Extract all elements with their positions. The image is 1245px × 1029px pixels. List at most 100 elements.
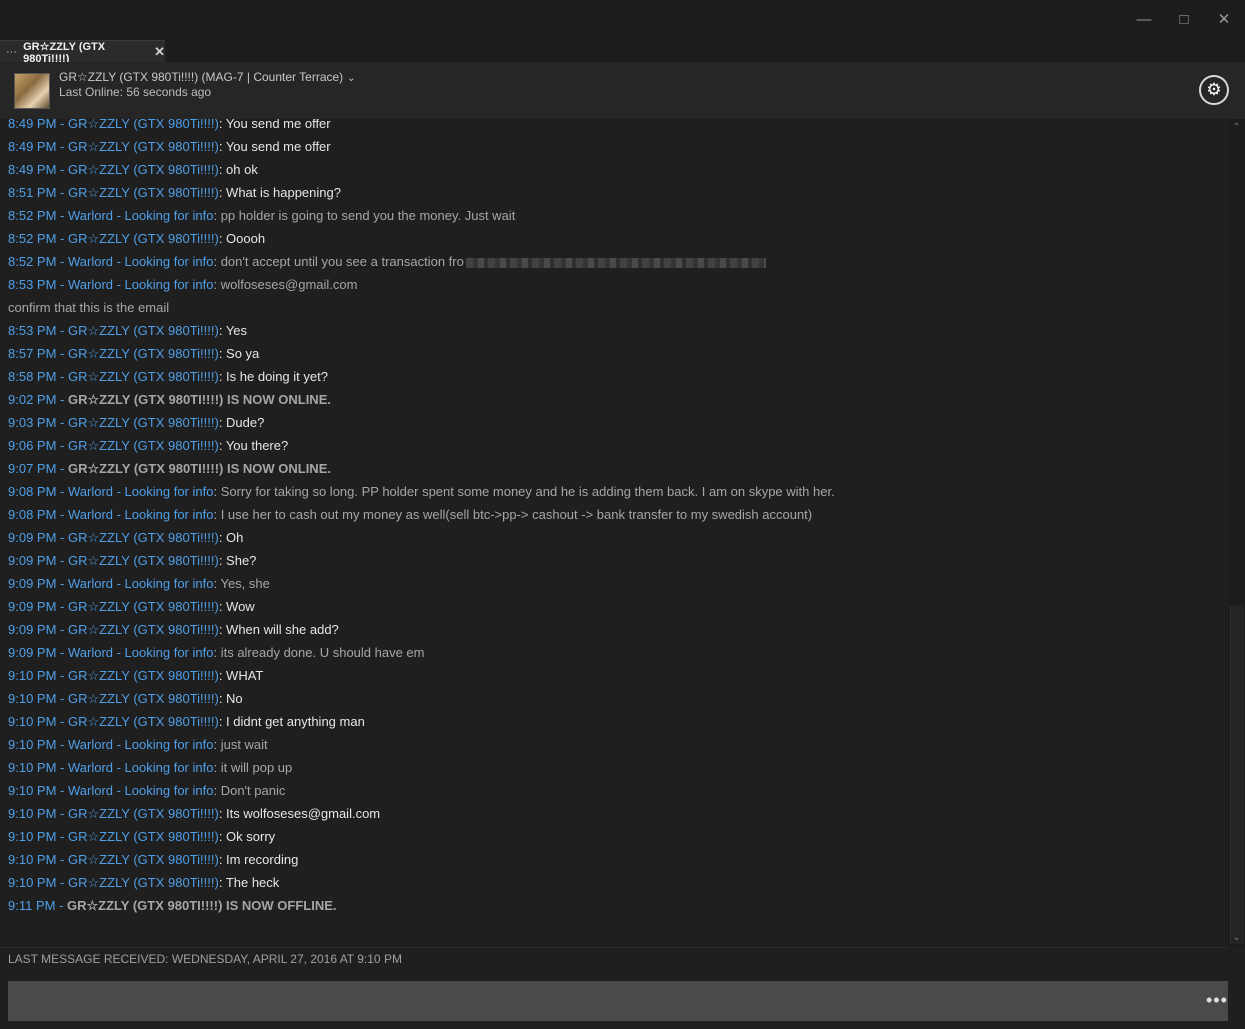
chat-message: 8:51 PM - GR☆ZZLY (GTX 980Ti!!!!): What … <box>8 183 341 203</box>
message-text: When will she add? <box>226 622 339 637</box>
message-colon: : <box>213 484 221 499</box>
message-separator: - <box>56 737 68 752</box>
message-separator: - <box>56 438 68 453</box>
chat-message: 9:10 PM - GR☆ZZLY (GTX 980Ti!!!!): Its w… <box>8 804 380 824</box>
last-message-received: LAST MESSAGE RECEIVED: WEDNESDAY, APRIL … <box>8 952 402 966</box>
message-separator: - <box>55 898 68 913</box>
message-time: 8:53 PM <box>8 277 57 292</box>
chat-message: confirm that this is the email <box>8 298 169 318</box>
message-colon: : <box>218 622 227 637</box>
message-time: 9:08 PM <box>8 507 57 522</box>
message-sender: GR☆ZZLY (GTX 980Ti!!!!) <box>67 369 219 384</box>
message-colon: : <box>218 829 227 844</box>
message-text: oh ok <box>226 162 258 177</box>
status-message: GR☆ZZLY (GTX 980TI!!!!) IS NOW OFFLINE. <box>67 898 337 913</box>
chat-message: 9:11 PM - GR☆ZZLY (GTX 980TI!!!!) IS NOW… <box>8 896 337 916</box>
message-time: 9:08 PM <box>8 484 57 499</box>
chat-message: 9:10 PM - GR☆ZZLY (GTX 980Ti!!!!): I did… <box>8 712 365 732</box>
message-separator: - <box>56 346 68 361</box>
chat-message: 9:09 PM - GR☆ZZLY (GTX 980Ti!!!!): She? <box>8 551 256 571</box>
message-text: Its wolfoseses@gmail.com <box>226 806 381 821</box>
message-time: 9:10 PM <box>8 783 57 798</box>
message-text: Don't panic <box>220 783 286 798</box>
message-colon: : <box>218 714 227 729</box>
redacted-text <box>465 257 766 268</box>
scroll-down-icon[interactable]: ⌄ <box>1230 932 1243 946</box>
chevron-down-icon: ⌄ <box>347 73 356 84</box>
message-text: What is happening? <box>226 185 341 200</box>
message-text: Oh <box>226 530 244 545</box>
message-time: 9:09 PM <box>8 622 57 637</box>
avatar[interactable] <box>14 73 50 109</box>
chat-message: 8:52 PM - Warlord - Looking for info: do… <box>8 252 766 272</box>
chat-message: 8:53 PM - GR☆ZZLY (GTX 980Ti!!!!): Yes <box>8 321 247 341</box>
more-options-icon[interactable]: ••• <box>1206 990 1228 1011</box>
message-sender: Warlord - Looking for info <box>67 645 214 660</box>
message-time: 8:52 PM <box>8 254 57 269</box>
message-separator: - <box>56 852 68 867</box>
message-separator: - <box>56 576 68 591</box>
message-colon: : <box>213 760 221 775</box>
message-text: pp holder is going to send you the money… <box>220 208 516 223</box>
message-text: She? <box>226 553 257 568</box>
message-separator: - <box>56 119 68 131</box>
message-sender: GR☆ZZLY (GTX 980Ti!!!!) <box>67 185 219 200</box>
tab-close-icon[interactable]: ✕ <box>154 44 165 60</box>
chat-message: 9:07 PM - GR☆ZZLY (GTX 980TI!!!!) IS NOW… <box>8 459 331 479</box>
message-time: 8:52 PM <box>8 208 57 223</box>
message-separator: - <box>56 553 68 568</box>
message-separator: - <box>56 806 68 821</box>
maximize-icon[interactable]: □ <box>1172 8 1196 32</box>
message-colon: : <box>213 277 221 292</box>
message-sender: GR☆ZZLY (GTX 980Ti!!!!) <box>67 553 219 568</box>
message-sender: Warlord - Looking for info <box>67 277 214 292</box>
message-time: 9:10 PM <box>8 852 57 867</box>
message-sender: Warlord - Looking for info <box>67 484 214 499</box>
minimize-icon[interactable]: — <box>1132 8 1156 32</box>
message-text: No <box>226 691 243 706</box>
message-colon: : <box>213 737 221 752</box>
message-colon: : <box>218 415 227 430</box>
message-colon: : <box>218 875 226 890</box>
message-time: 9:10 PM <box>8 737 57 752</box>
message-text: You there? <box>225 438 289 453</box>
message-text: You send me offer <box>225 119 331 131</box>
message-text: I didnt get anything man <box>226 714 365 729</box>
close-icon[interactable]: ✕ <box>1212 8 1236 32</box>
message-separator: - <box>56 323 68 338</box>
message-colon: : <box>218 852 227 867</box>
message-text: WHAT <box>226 668 264 683</box>
chat-message: 8:49 PM - GR☆ZZLY (GTX 980Ti!!!!): oh ok <box>8 160 258 180</box>
chat-message: 9:10 PM - Warlord - Looking for info: ju… <box>8 735 268 755</box>
friend-name-dropdown[interactable]: GR☆ZZLY (GTX 980Ti!!!!) (MAG-7 | Counter… <box>59 70 356 84</box>
message-text: The heck <box>225 875 280 890</box>
message-colon: : <box>218 119 226 131</box>
message-colon: : <box>213 507 221 522</box>
message-colon: : <box>213 208 221 223</box>
message-separator: - <box>56 415 68 430</box>
chat-message: 9:09 PM - Warlord - Looking for info: it… <box>8 643 425 663</box>
message-time: 8:58 PM <box>8 369 57 384</box>
message-colon: : <box>218 185 227 200</box>
message-sender: GR☆ZZLY (GTX 980Ti!!!!) <box>67 530 219 545</box>
chat-tab[interactable]: ··· GR☆ZZLY (GTX 980Ti!!!!) ✕ <box>0 40 165 65</box>
title-bar: — □ ✕ <box>0 0 1245 40</box>
message-sender: GR☆ZZLY (GTX 980Ti!!!!) <box>67 231 219 246</box>
message-separator: - <box>56 829 68 844</box>
tab-menu-icon[interactable]: ··· <box>6 46 19 58</box>
message-input[interactable] <box>8 981 1228 1021</box>
message-sender: GR☆ZZLY (GTX 980Ti!!!!) <box>67 119 219 131</box>
gear-icon[interactable]: ⚙ <box>1199 75 1229 105</box>
message-colon: : <box>213 783 221 798</box>
status-message: GR☆ZZLY (GTX 980TI!!!!) IS NOW ONLINE. <box>67 392 331 407</box>
message-colon: : <box>218 323 226 338</box>
scrollbar-thumb[interactable] <box>1230 606 1244 944</box>
message-colon: : <box>218 369 227 384</box>
message-separator: - <box>56 507 68 522</box>
chat-message: 9:09 PM - Warlord - Looking for info: Ye… <box>8 574 270 594</box>
chat-message: 8:49 PM - GR☆ZZLY (GTX 980Ti!!!!): You s… <box>8 119 331 134</box>
message-composer[interactable] <box>8 981 1228 1021</box>
message-text: Ok sorry <box>226 829 276 844</box>
chat-message: 9:10 PM - GR☆ZZLY (GTX 980Ti!!!!): The h… <box>8 873 279 893</box>
scroll-up-icon[interactable]: ⌃ <box>1230 122 1243 136</box>
